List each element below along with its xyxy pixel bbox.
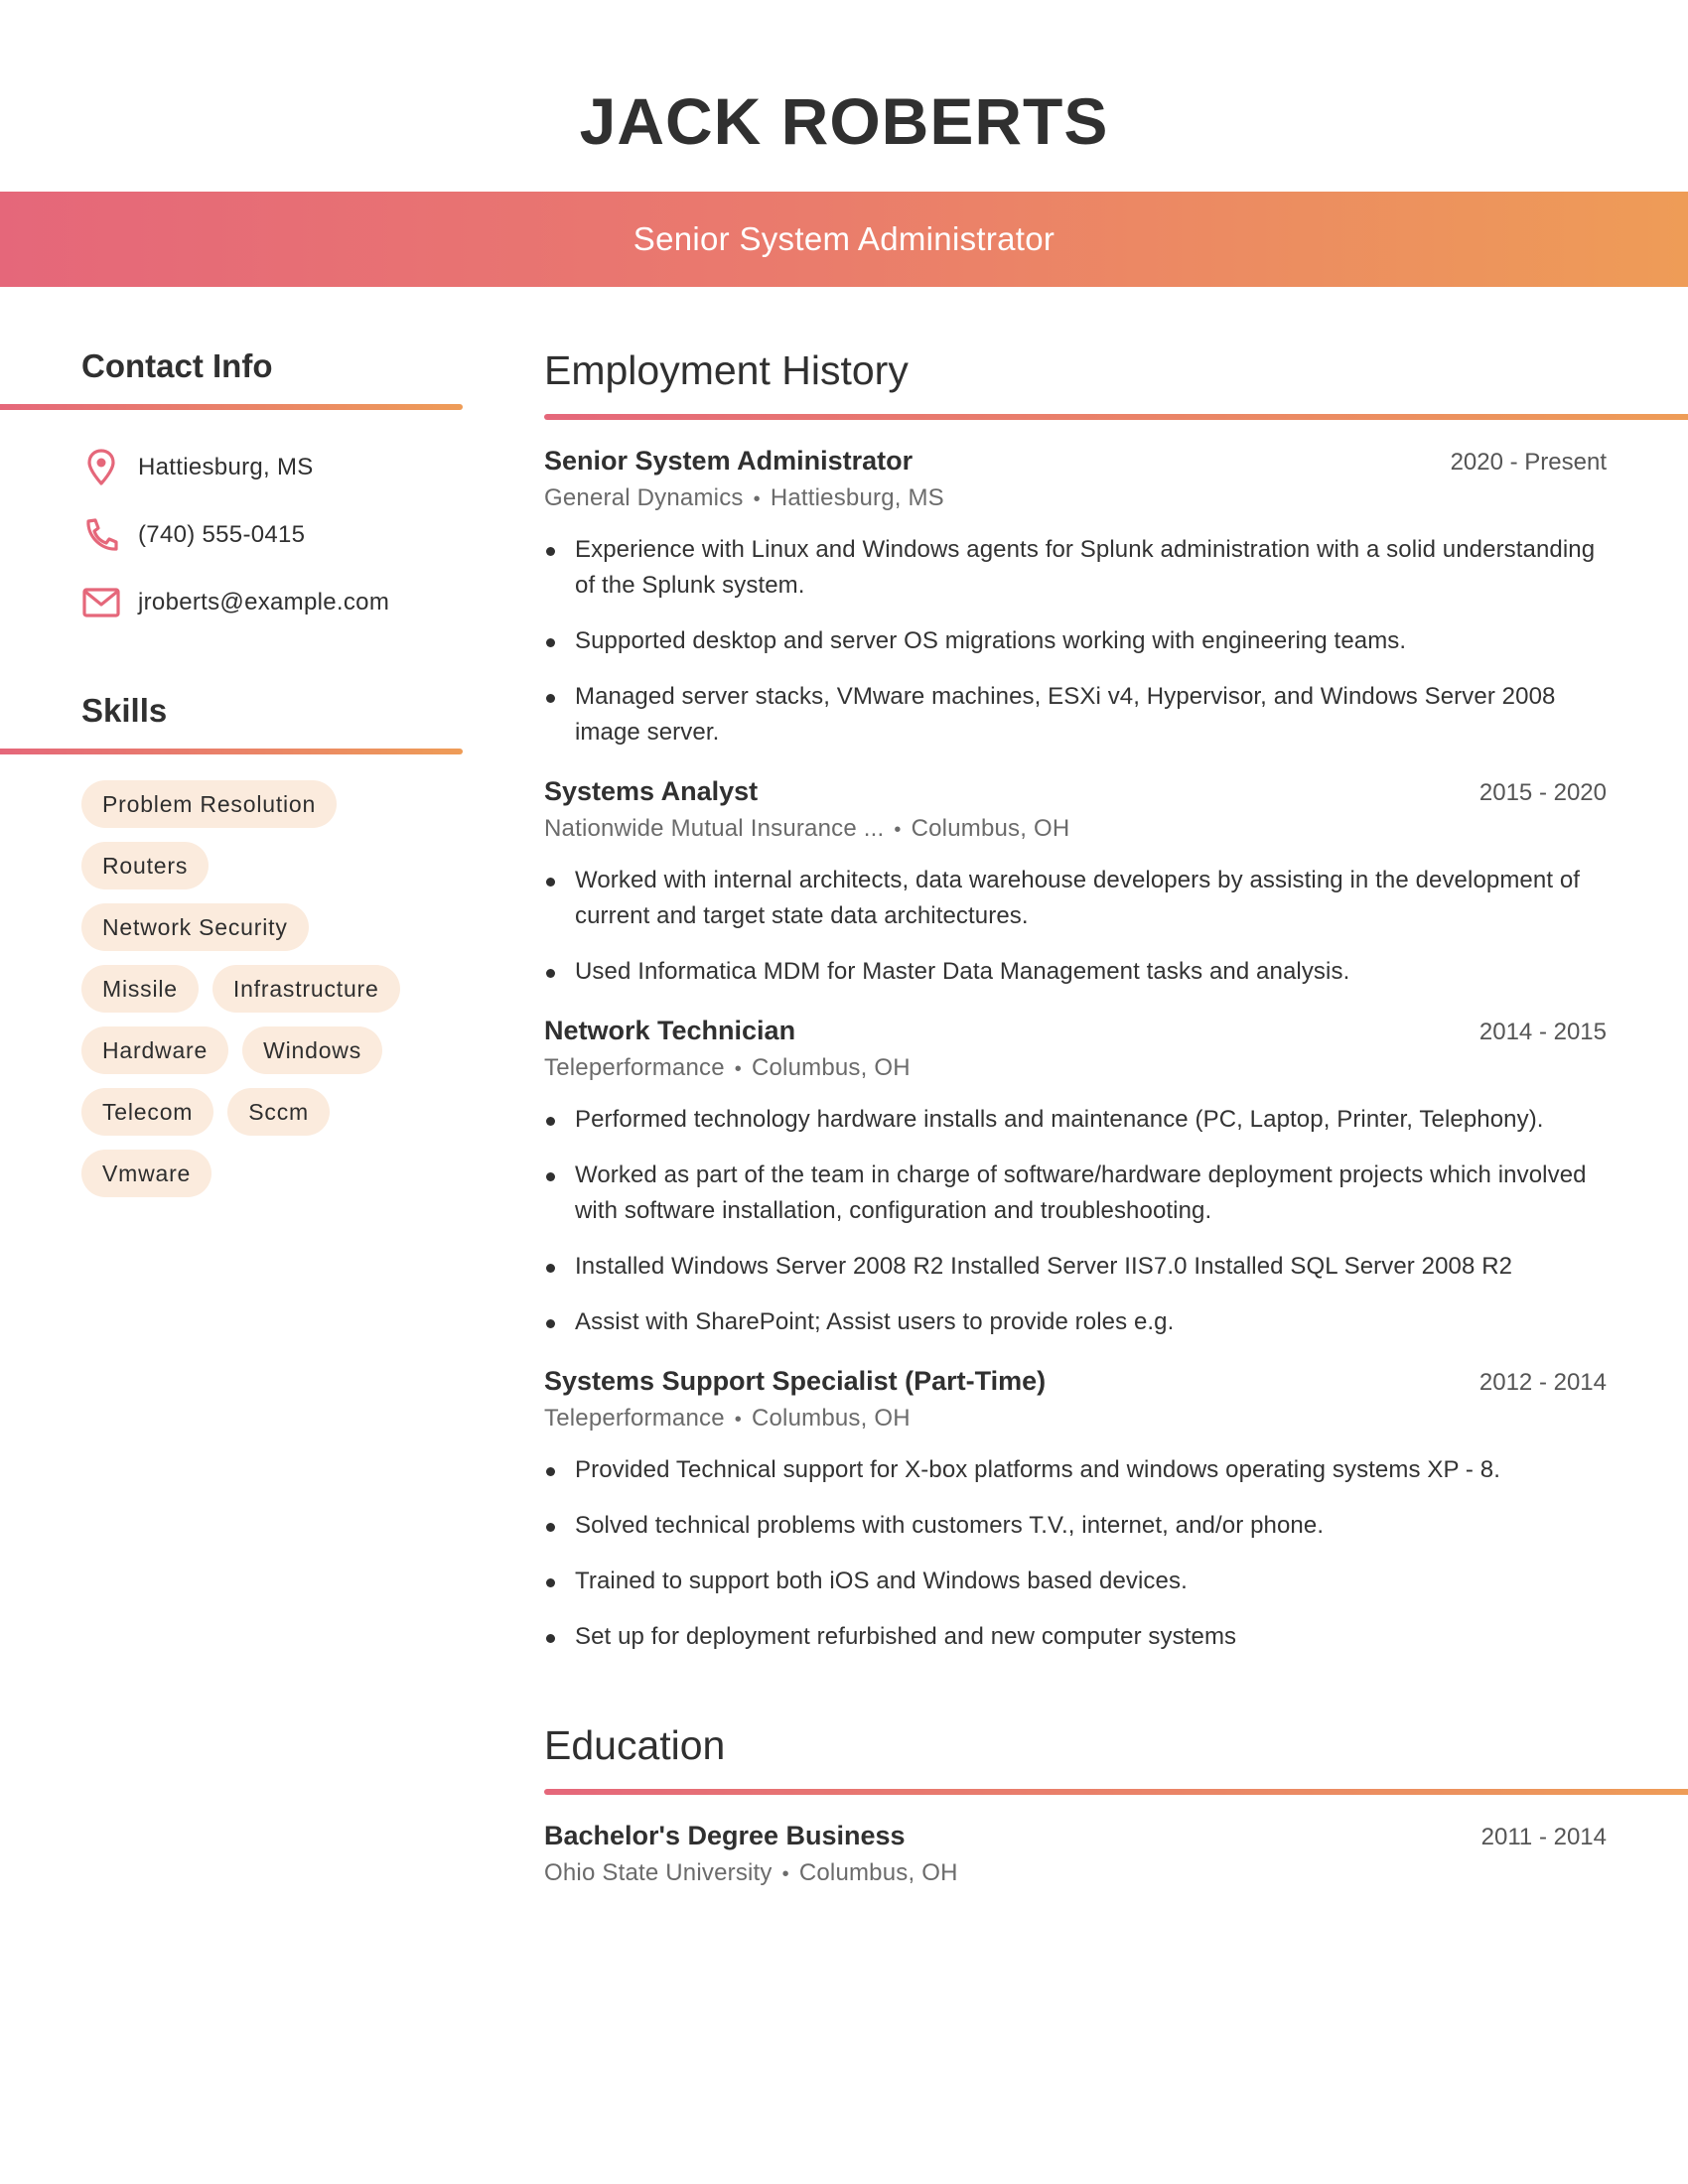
job-bullet: Provided Technical support for X-box pla… — [544, 1452, 1607, 1488]
job-location: Columbus, OH — [751, 1054, 911, 1081]
contact-email[interactable]: jroberts@example.com — [138, 589, 389, 616]
job-company: Teleperformance — [544, 1405, 725, 1432]
job-title: Senior System Administrator — [544, 446, 914, 476]
job-dates: 2015 - 2020 — [1478, 779, 1607, 806]
skill-chip: Network Security — [81, 903, 309, 951]
contact-phone[interactable]: (740) 555-0415 — [138, 521, 305, 549]
left-column: Contact Info Hattiesburg, MS (740) 555-0… — [0, 347, 465, 1197]
job-dates: 2020 - Present — [1450, 449, 1607, 476]
skill-chip: Missile — [81, 965, 199, 1013]
title-banner: Senior System Administrator — [0, 192, 1688, 287]
job-bullet: Solved technical problems with customers… — [544, 1508, 1607, 1544]
job-bullet: Worked with internal architects, data wa… — [544, 863, 1607, 934]
job-bullet: Supported desktop and server OS migratio… — [544, 623, 1607, 659]
email-icon — [81, 583, 121, 622]
job-location: Columbus, OH — [911, 815, 1070, 842]
job-location: Hattiesburg, MS — [770, 484, 944, 511]
employment-divider — [544, 414, 1688, 420]
contact-section: Contact Info Hattiesburg, MS (740) 555-0… — [0, 347, 465, 636]
education-divider — [544, 1789, 1688, 1795]
separator-dot: • — [753, 488, 761, 510]
skill-chip: Hardware — [81, 1026, 229, 1074]
job-entry: Systems Analyst 2015 - 2020 Nationwide M… — [544, 776, 1607, 990]
school-location: Columbus, OH — [798, 1859, 958, 1886]
skill-chip: Problem Resolution — [81, 780, 338, 828]
job-entry: Systems Support Specialist (Part-Time) 2… — [544, 1366, 1607, 1655]
job-company: General Dynamics — [544, 484, 744, 511]
skill-chip: Telecom — [81, 1088, 214, 1136]
phone-icon — [81, 515, 121, 555]
job-title-headline: Senior System Administrator — [633, 220, 1055, 257]
job-entry: Senior System Administrator 2020 - Prese… — [544, 446, 1607, 751]
job-company: Teleperformance — [544, 1054, 725, 1081]
candidate-name: JACK ROBERTS — [579, 84, 1109, 158]
separator-dot: • — [781, 1863, 789, 1885]
job-bullet: Assist with SharePoint; Assist users to … — [544, 1304, 1607, 1340]
contact-item-phone: (740) 555-0415 — [81, 501, 465, 569]
contact-item-location: Hattiesburg, MS — [81, 434, 465, 501]
skill-chip: Infrastructure — [211, 965, 400, 1013]
job-entry: Network Technician 2014 - 2015 Teleperfo… — [544, 1016, 1607, 1340]
skills-divider — [0, 749, 463, 754]
skills-heading: Skills — [81, 692, 168, 729]
job-dates: 2012 - 2014 — [1478, 1369, 1607, 1396]
degree-title: Bachelor's Degree Business — [544, 1821, 906, 1850]
separator-dot: • — [734, 1058, 742, 1080]
education-heading: Education — [544, 1722, 726, 1768]
job-bullet: Worked as part of the team in charge of … — [544, 1158, 1607, 1229]
job-title: Systems Support Specialist (Part-Time) — [544, 1366, 1047, 1396]
job-location: Columbus, OH — [751, 1405, 911, 1432]
skill-chip: Windows — [242, 1026, 383, 1074]
job-bullet: Installed Windows Server 2008 R2 Install… — [544, 1249, 1607, 1285]
separator-dot: • — [734, 1409, 742, 1431]
job-bullets: Performed technology hardware installs a… — [544, 1102, 1607, 1340]
contact-list: Hattiesburg, MS (740) 555-0415 jroberts@… — [0, 434, 465, 636]
contact-location: Hattiesburg, MS — [138, 454, 314, 480]
education-dates: 2011 - 2014 — [1480, 1824, 1607, 1850]
employment-heading: Employment History — [544, 347, 909, 393]
job-company: Nationwide Mutual Insurance ... — [544, 815, 885, 842]
job-bullet: Set up for deployment refurbished and ne… — [544, 1619, 1607, 1655]
education-entry: Bachelor's Degree Business 2011 - 2014 O… — [544, 1821, 1607, 1887]
skill-chip: Sccm — [227, 1088, 330, 1136]
contact-divider — [0, 404, 463, 410]
job-dates: 2014 - 2015 — [1478, 1019, 1607, 1045]
right-column: Employment History Senior System Adminis… — [544, 347, 1688, 1887]
job-bullets: Worked with internal architects, data wa… — [544, 863, 1607, 990]
employment-section: Employment History Senior System Adminis… — [544, 347, 1688, 1655]
school-name: Ohio State University — [544, 1859, 773, 1886]
location-pin-icon — [81, 448, 121, 487]
skill-chip: Vmware — [81, 1150, 212, 1197]
job-bullets: Provided Technical support for X-box pla… — [544, 1452, 1607, 1655]
job-bullet: Trained to support both iOS and Windows … — [544, 1564, 1607, 1599]
job-bullet: Managed server stacks, VMware machines, … — [544, 679, 1607, 751]
skill-chip: Routers — [81, 842, 210, 889]
job-bullet: Experience with Linux and Windows agents… — [544, 532, 1607, 604]
education-section: Education Bachelor's Degree Business 201… — [544, 1722, 1688, 1887]
skills-list: Problem Resolution Routers Network Secur… — [81, 780, 439, 1197]
contact-heading: Contact Info — [81, 347, 273, 384]
contact-item-email: jroberts@example.com — [81, 569, 465, 636]
job-bullet: Used Informatica MDM for Master Data Man… — [544, 954, 1607, 990]
job-title: Network Technician — [544, 1016, 796, 1045]
job-bullet: Performed technology hardware installs a… — [544, 1102, 1607, 1138]
separator-dot: • — [894, 819, 902, 841]
job-bullets: Experience with Linux and Windows agents… — [544, 532, 1607, 751]
skills-section: Skills Problem Resolution Routers Networ… — [0, 692, 465, 1197]
job-title: Systems Analyst — [544, 776, 759, 806]
